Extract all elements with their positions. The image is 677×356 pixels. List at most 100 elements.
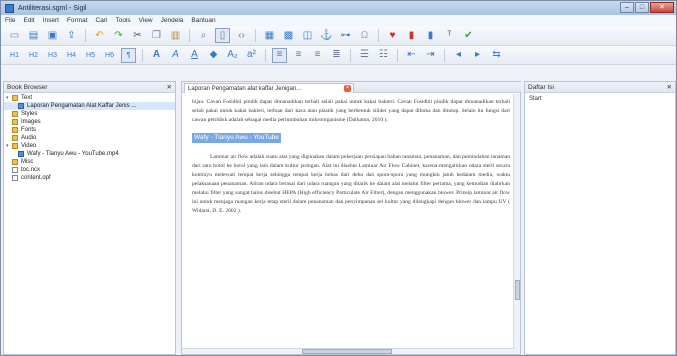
book-browser-title: Book Browser [7,83,48,91]
tab-close-icon[interactable]: × [344,85,351,92]
align-left-icon[interactable]: ≡ [272,47,287,63]
special-char-icon[interactable]: Ω [357,28,372,43]
folder-icon [12,119,18,125]
strikethrough-icon[interactable]: ◆ [206,48,221,63]
main-toolbar: ▭ ▤ ▣ ⇪ ↶ ↷ ✂ ❐ ▥ ⌕ ▯ ‹› ▦ ▩ ◫ ⚓ ⊶ Ω ♥ ▮… [1,26,676,46]
paste-icon[interactable]: ▥ [168,28,183,43]
panel-close-icon[interactable]: ✕ [667,83,672,91]
paragraph-2: Laminar air flow adalah suatu alat yang … [192,154,510,214]
underline-icon[interactable]: A [187,48,202,63]
align-center-icon[interactable]: ≡ [291,48,306,63]
undo-icon[interactable]: ↶ [92,28,107,43]
window-controls: – □ ✕ [620,2,674,13]
tree-item-laporan[interactable]: Laporan Pengamatan Alat Kaffar Jenis ... [4,102,175,110]
tree-item-opf[interactable]: content.opf [4,174,175,182]
open-icon[interactable]: ▤ [26,28,41,43]
tab-bar: Laporan Pengamatan alat kaffar Jenigan..… [182,82,522,93]
book-view-icon[interactable]: ▯ [215,28,230,43]
insert-code-icon[interactable]: ◫ [300,28,315,43]
cut-icon[interactable]: ✂ [130,28,145,43]
window-title: Antiliterasi.sgml - Sigil [18,4,87,12]
superscript-icon[interactable]: a² [244,48,259,63]
menu-tools[interactable]: Tools [115,17,130,24]
link-icon[interactable]: ⊶ [338,28,353,43]
redo-icon[interactable]: ↷ [111,28,126,43]
menu-edit[interactable]: Edit [23,17,34,24]
file-icon [12,167,18,173]
menu-file[interactable]: File [5,17,15,24]
app-window: Antiliterasi.sgml - Sigil – □ ✕ File Edi… [0,0,677,356]
heading-2-icon[interactable]: H2 [26,48,41,63]
tree-item-misc[interactable]: Misc [4,158,175,166]
tree-item-images[interactable]: Images [4,118,175,126]
rtl-icon[interactable]: ◂ [451,48,466,63]
bold-icon[interactable]: A [149,48,164,63]
case-icon[interactable]: ⇆ [489,48,504,63]
toc-item[interactable]: Start [529,96,542,102]
increase-indent-icon[interactable]: ⇥ [423,48,438,63]
book-tree: ▾ Text Laporan Pengamatan Alat Kaffar Je… [4,94,175,182]
file-icon [12,175,18,181]
menu-bar: File Edit Insert Format Cari Tools View … [1,15,676,26]
heading-5-icon[interactable]: H5 [83,48,98,63]
tree-item-styles[interactable]: Styles [4,110,175,118]
bullets-icon[interactable]: ☰ [357,48,372,63]
tree-item-text[interactable]: ▾ Text [4,94,175,102]
justify-icon[interactable]: ≣ [329,48,344,63]
heading-3-icon[interactable]: H3 [45,48,60,63]
copy-icon[interactable]: ❐ [149,28,164,43]
normal-text-icon[interactable]: ¶ [121,47,136,63]
menu-search[interactable]: Cari [96,17,108,24]
tree-item-fonts[interactable]: Fonts [4,126,175,134]
menu-window[interactable]: Jendela [161,17,184,24]
upload-icon[interactable]: ⇪ [64,28,79,43]
spellcheck-icon[interactable]: ᵀ [442,28,457,43]
split-view-icon[interactable]: ‹› [234,28,249,43]
maximize-button[interactable]: □ [635,2,649,13]
tab-laporan[interactable]: Laporan Pengamatan alat kaffar Jenigan..… [184,83,354,93]
menu-view[interactable]: View [139,17,153,24]
toolbar-separator [265,48,266,62]
expand-icon[interactable]: ▾ [6,95,11,101]
find-icon[interactable]: ⌕ [196,28,211,43]
scrollbar-thumb[interactable] [515,280,520,300]
subscript-icon[interactable]: A₂ [225,48,240,63]
book-view-editor[interactable]: bijau. Cavan Fosidbil pindik dapat diman… [192,98,510,353]
heart-icon[interactable]: ♥ [385,28,400,43]
minimize-button[interactable]: – [620,2,634,13]
insert-table-icon[interactable]: ▩ [281,28,296,43]
heading-4-icon[interactable]: H4 [64,48,79,63]
menu-format[interactable]: Format [67,17,88,24]
align-right-icon[interactable]: ≡ [310,48,325,63]
scrollbar-thumb[interactable] [302,349,392,354]
folder-icon [12,159,18,165]
tree-item-label: toc.ncx [21,167,41,173]
menu-insert[interactable]: Insert [43,17,59,24]
tree-item-video-file[interactable]: Wafy - Tlanyu Awu - YouTube.mp4 [4,150,175,158]
app-icon [5,3,14,13]
title-bar: Antiliterasi.sgml - Sigil – □ ✕ [1,1,676,15]
numbering-icon[interactable]: ☷ [376,48,391,63]
panel-close-icon[interactable]: ✕ [167,83,172,91]
insert-image-icon[interactable]: ▦ [262,28,277,43]
folder-icon [12,135,18,141]
ltr-icon[interactable]: ▸ [470,48,485,63]
anchor-icon[interactable]: ⚓ [319,28,334,43]
tree-item-audio[interactable]: Audio [4,134,175,142]
tree-item-toc[interactable]: toc.ncx [4,166,175,174]
horizontal-scrollbar[interactable] [182,348,515,354]
close-button[interactable]: ✕ [650,2,674,13]
vertical-scrollbar[interactable] [513,94,520,354]
expand-icon[interactable]: ▾ [6,143,11,149]
save-icon[interactable]: ▣ [45,28,60,43]
tree-item-video[interactable]: ▾ Video [4,142,175,150]
check-icon[interactable]: ✔ [461,28,476,43]
report-icon[interactable]: ▮ [423,28,438,43]
validate-icon[interactable]: ▮ [404,28,419,43]
decrease-indent-icon[interactable]: ⇤ [404,48,419,63]
new-icon[interactable]: ▭ [7,28,22,43]
heading-6-icon[interactable]: H6 [102,48,117,63]
menu-help[interactable]: Bantuan [191,17,215,24]
heading-1-icon[interactable]: H1 [7,48,22,63]
italic-icon[interactable]: A [168,48,183,63]
